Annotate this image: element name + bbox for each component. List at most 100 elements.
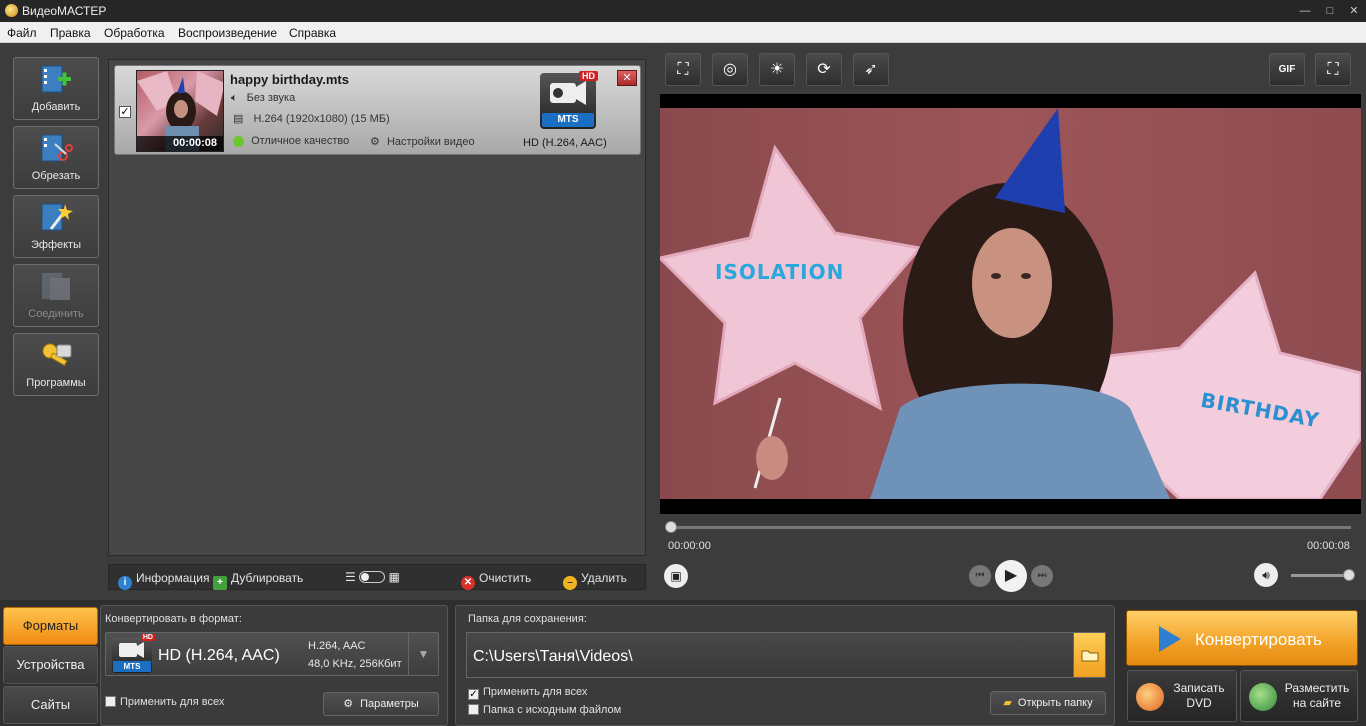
delete-icon: –	[563, 576, 577, 590]
format-tag: MTS	[113, 661, 151, 672]
file-checkbox[interactable]: ✓	[119, 106, 131, 118]
cut-label: Обрезать	[31, 170, 81, 182]
dvd-icon	[1136, 683, 1164, 711]
save-path-field[interactable]: C:\Users\Таня\Videos\	[466, 632, 1106, 678]
player-panel: ⛶ ◎ ☀ ⟳ ➶ GIF ⛶ ISOLATION BIRTHDAY 00:00…	[657, 43, 1366, 600]
source-folder-label: Папка с исходным файлом	[483, 704, 622, 716]
speed-button[interactable]: ➶	[853, 53, 889, 86]
webcam-button[interactable]: ◎	[712, 53, 748, 86]
clear-label: Очистить	[479, 571, 532, 585]
save-panel: Папка для сохранения: C:\Users\Таня\Vide…	[455, 605, 1115, 726]
format-selector[interactable]: HD MTS HD (H.264, AAC) H.264, AAC 48,0 K…	[105, 632, 439, 676]
menu-edit[interactable]: Правка	[50, 26, 91, 40]
parameters-button[interactable]: ⚙ Параметры	[323, 692, 439, 716]
menu-help[interactable]: Справка	[289, 26, 336, 40]
brightness-button[interactable]: ☀	[759, 53, 795, 86]
delete-button[interactable]: – Удалить	[563, 571, 627, 590]
left-panel: Добавить Обрезать Эффекты Соединить Прог…	[0, 43, 655, 600]
burn-dvd-line2: DVD	[1186, 696, 1212, 710]
menu-playback[interactable]: Воспроизведение	[178, 26, 277, 40]
snapshot-button[interactable]: ▣	[664, 564, 688, 588]
file-item[interactable]: ✓ 00:00:08 happy birthday.mts 🔈︎ Без зву…	[114, 65, 641, 155]
cut-button[interactable]: Обрезать	[13, 126, 99, 189]
join-button[interactable]: Соединить	[13, 264, 99, 327]
file-thumbnail[interactable]: 00:00:08	[136, 70, 224, 152]
minimize-button[interactable]: —	[1293, 2, 1317, 20]
menu-bar: Файл Правка Обработка Воспроизведение Сп…	[0, 22, 1366, 43]
info-button[interactable]: i Информация	[118, 571, 209, 590]
format-header: Конвертировать в формат:	[105, 613, 242, 625]
app-title: ВидеоМАСТЕР	[22, 4, 107, 18]
format-dropdown-button[interactable]: ▼	[408, 633, 438, 675]
upload-icon	[1249, 683, 1277, 711]
format-apply-all-label: Применить для всех	[120, 696, 225, 708]
source-folder-checkbox[interactable]: Папка с исходным файлом	[468, 704, 621, 716]
audio-info: Без звука	[246, 92, 296, 104]
remove-file-button[interactable]: ✕	[617, 70, 637, 86]
view-toggle[interactable]: ☰ ▦	[345, 570, 400, 584]
film-icon: ▤	[233, 113, 244, 125]
quality-link[interactable]: Отличное качество	[233, 135, 349, 147]
publish-line1: Разместить	[1284, 681, 1350, 695]
previous-button[interactable]: ⏮	[969, 565, 991, 587]
open-folder-button[interactable]: ▰ Открыть папку	[990, 691, 1106, 715]
clear-icon: ✕	[461, 576, 475, 590]
film-cut-icon	[41, 134, 73, 162]
tab-formats[interactable]: Форматы	[3, 607, 98, 645]
seek-knob[interactable]	[665, 521, 677, 533]
crop-icon: ⛶	[677, 61, 689, 78]
format-audio: 48,0 KHz, 256Кбит	[308, 658, 402, 670]
gear-icon: ⚙	[343, 698, 354, 710]
chevron-down-icon: ▼	[417, 647, 430, 661]
seek-bar[interactable]	[665, 521, 1351, 533]
format-icon[interactable]: HD MTS	[540, 71, 598, 129]
crop-button[interactable]: ⛶	[665, 53, 701, 86]
gif-icon: GIF	[1278, 64, 1296, 75]
fullscreen-button[interactable]: ⛶	[1315, 53, 1351, 86]
speaker-icon: 🔊︎	[1262, 568, 1270, 582]
duplicate-button[interactable]: + Дублировать	[213, 571, 303, 590]
play-button[interactable]: ▶	[995, 560, 1027, 592]
checkbox-box: ✓	[468, 689, 479, 700]
tab-devices[interactable]: Устройства	[3, 646, 98, 684]
toggle-switch[interactable]	[359, 571, 386, 583]
format-panel: Конвертировать в формат: HD MTS HD (H.26…	[100, 605, 448, 726]
clear-button[interactable]: ✕ Очистить	[461, 571, 531, 590]
file-duration: 00:00:08	[137, 136, 223, 151]
burn-dvd-button[interactable]: Записать DVD	[1127, 670, 1237, 722]
add-label: Добавить	[31, 101, 81, 113]
add-button[interactable]: Добавить	[13, 57, 99, 120]
convert-button[interactable]: Конвертировать	[1126, 610, 1358, 666]
gif-button[interactable]: GIF	[1269, 53, 1305, 86]
quality-label: Отличное качество	[251, 135, 350, 147]
volume-knob[interactable]	[1343, 569, 1355, 581]
rotate-button[interactable]: ⟳	[806, 53, 842, 86]
next-button[interactable]: ⏭	[1031, 565, 1053, 587]
volume-button[interactable]: 🔊︎	[1254, 563, 1278, 587]
delete-label: Удалить	[581, 571, 627, 585]
quality-icon	[233, 136, 244, 147]
format-apply-all-checkbox[interactable]: Применить для всех	[105, 696, 224, 708]
browse-folder-button[interactable]	[1073, 633, 1105, 677]
gear-icon: ⚙	[370, 136, 380, 148]
video-settings-link[interactable]: ⚙ Настройки видео	[370, 135, 475, 148]
close-window-button[interactable]: ✕	[1342, 2, 1366, 20]
maximize-button[interactable]: □	[1318, 2, 1342, 20]
volume-slider[interactable]	[1291, 569, 1355, 581]
publish-site-button[interactable]: Разместить на сайте	[1240, 670, 1358, 722]
film-add-icon	[41, 65, 71, 93]
rotate-icon: ⟳	[817, 61, 831, 78]
file-list[interactable]: ✓ 00:00:08 happy birthday.mts 🔈︎ Без зву…	[108, 59, 646, 556]
effects-button[interactable]: Эффекты	[13, 195, 99, 258]
list-toolbar: i Информация + Дублировать ☰ ▦ ✕ Очистить –…	[108, 564, 646, 590]
video-preview[interactable]: ISOLATION BIRTHDAY	[660, 94, 1361, 514]
programs-label: Программы	[26, 377, 86, 389]
programs-button[interactable]: Программы	[13, 333, 99, 396]
total-time: 00:00:08	[1307, 540, 1350, 552]
menu-file[interactable]: Файл	[7, 26, 37, 40]
checkbox-box	[105, 696, 116, 707]
hd-badge: HD	[579, 71, 598, 81]
menu-processing[interactable]: Обработка	[104, 26, 165, 40]
save-apply-all-checkbox[interactable]: ✓ Применить для всех	[468, 686, 587, 700]
tab-sites[interactable]: Сайты	[3, 686, 98, 724]
